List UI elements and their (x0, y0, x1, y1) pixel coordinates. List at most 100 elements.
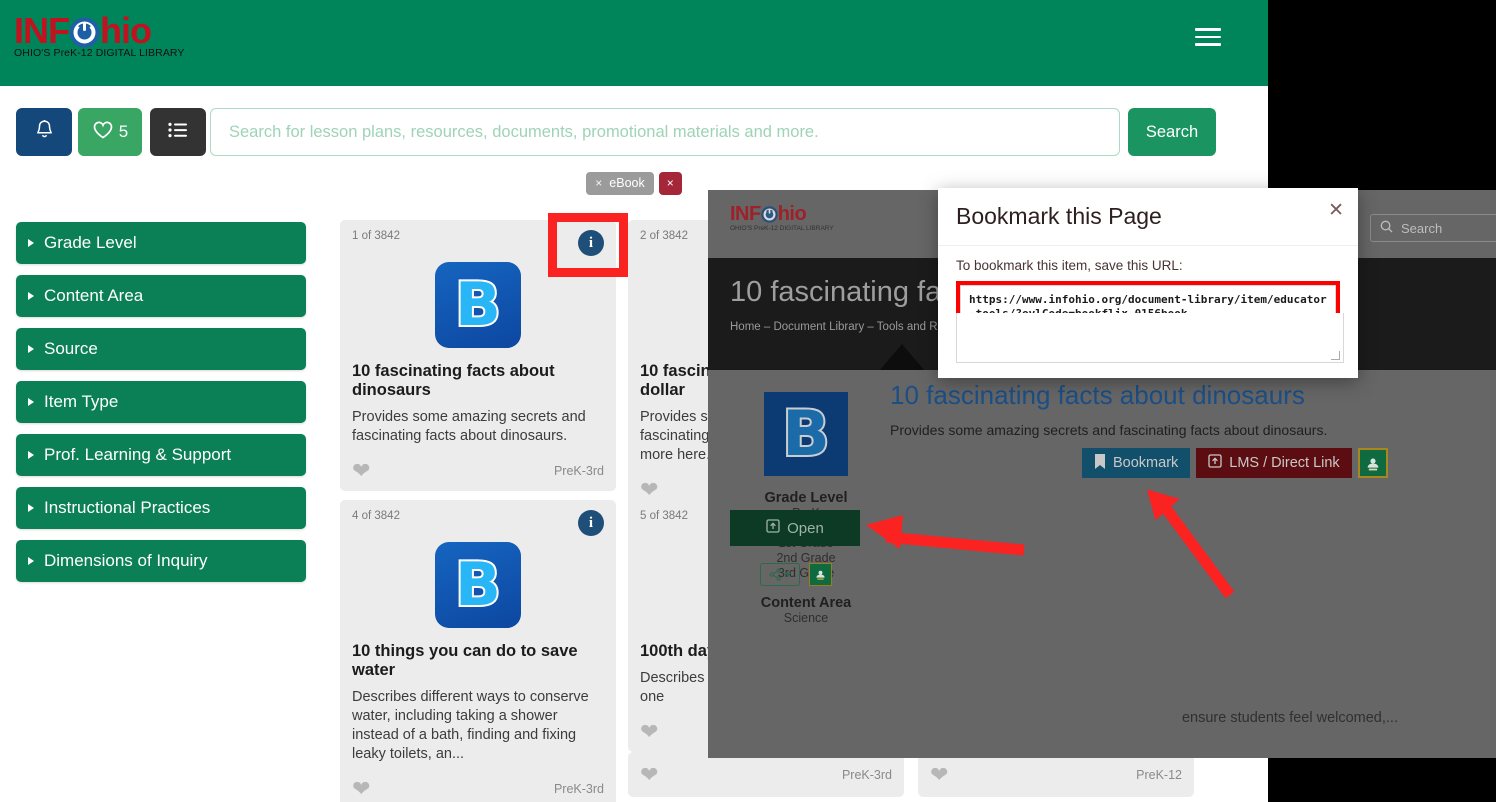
facet-content-area[interactable]: Content Area (16, 275, 306, 317)
modal-title: Bookmark this Page (956, 203, 1162, 229)
card-grade-tag: PreK-3rd (553, 782, 604, 796)
meta-value: Science (783, 611, 829, 625)
chevron-right-icon (28, 557, 34, 565)
screenshot-root: INF hio OHIO'S PreK-12 DIGITAL LIBRARY 5… (0, 0, 1496, 802)
search-icon (1380, 220, 1393, 236)
bookflix-b-glyph: B (453, 269, 503, 341)
search-input[interactable] (229, 122, 1101, 142)
bookmark-button[interactable]: Bookmark (1082, 448, 1191, 478)
detail-description: Provides some amazing secrets and fascin… (890, 422, 1328, 438)
card-description: Provides some amazing secrets and fascin… (352, 409, 586, 444)
chevron-down-icon: ▾ (785, 569, 791, 581)
favorites-button[interactable]: 5 (78, 108, 142, 156)
chevron-right-icon (28, 239, 34, 247)
bookmark-url-textarea-extension[interactable] (956, 313, 1344, 363)
facet-item-type[interactable]: Item Type (16, 381, 306, 423)
filter-chip-ebook[interactable]: × eBook (586, 171, 654, 195)
modal-header: Bookmark this Page ✕ (938, 188, 1358, 246)
card-description: Describes different ways to conserve wat… (352, 689, 589, 762)
external-link-icon (1208, 454, 1222, 472)
logo-wordmark: INF hio (14, 12, 185, 50)
info-icon[interactable]: i (578, 510, 604, 536)
card-grade-tag: PreK-3rd (553, 464, 604, 478)
hamburger-bar (1195, 35, 1221, 39)
power-icon (760, 206, 778, 223)
notifications-button[interactable] (16, 108, 72, 156)
detail-logo-tagline: OHIO'S PreK-12 DIGITAL LIBRARY (730, 225, 834, 232)
open-label: Open (787, 519, 824, 537)
favorite-heart-icon[interactable]: ❤ (930, 763, 948, 786)
search-button[interactable]: Search (1128, 108, 1216, 156)
meta-heading-grade-level: Grade Level (764, 490, 848, 506)
clear-all-filters-button[interactable]: × (658, 171, 682, 195)
result-card-partial[interactable]: ❤ PreK-3rd (628, 752, 904, 797)
favorite-heart-icon[interactable]: ❤ (640, 763, 658, 786)
result-card[interactable]: 4 of 3842 i B 10 things you can do to sa… (340, 500, 616, 802)
google-classroom-icon[interactable] (1357, 448, 1388, 478)
facet-label: Dimensions of Inquiry (44, 551, 208, 570)
bell-icon (35, 119, 54, 145)
facet-instructional-practices[interactable]: Instructional Practices (16, 487, 306, 529)
list-icon (168, 122, 188, 143)
card-title: 10 fascinating facts about dinosaurs (352, 362, 555, 399)
meta-heading-content-area: Content Area (760, 595, 852, 611)
chevron-right-icon (28, 398, 34, 406)
card-thumbnail: B (435, 262, 521, 348)
google-classroom-icon[interactable] (809, 563, 832, 586)
chevron-right-icon (28, 345, 34, 353)
chevron-right-icon (28, 292, 34, 300)
external-link-icon (766, 519, 780, 537)
facet-label: Item Type (44, 392, 119, 411)
resize-handle-icon[interactable] (1331, 351, 1340, 360)
result-card-partial[interactable]: ❤ PreK-12 (918, 752, 1194, 797)
logo-tagline: OHIO'S PreK-12 DIGITAL LIBRARY (14, 47, 185, 59)
power-icon (69, 17, 100, 48)
favorite-heart-icon[interactable]: ❤ (640, 721, 658, 743)
result-card[interactable]: 1 of 3842 i B 10 fascinating facts about… (340, 220, 616, 491)
card-index: 1 of 3842 (352, 230, 400, 242)
detail-share-row: ▾ (760, 563, 832, 586)
hamburger-bar (1195, 28, 1221, 31)
facet-label: Source (44, 339, 98, 358)
lms-direct-link-button[interactable]: LMS / Direct Link (1196, 448, 1352, 478)
chevron-right-icon (28, 451, 34, 459)
hamburger-menu-icon[interactable] (1195, 28, 1221, 46)
card-thumbnail: B (435, 542, 521, 628)
bookflix-b-glyph: B (780, 397, 831, 471)
background-card-description-tail: ensure students feel welcomed,... (1181, 710, 1398, 726)
site-logo[interactable]: INF hio OHIO'S PreK-12 DIGITAL LIBRARY (14, 12, 185, 60)
card-index: 4 of 3842 (352, 510, 400, 522)
facet-prof-learning-support[interactable]: Prof. Learning & Support (16, 434, 306, 476)
detail-title: 10 fascinating facts about dinosaurs (890, 380, 1305, 410)
detail-hero-title: 10 fascinating fact (730, 276, 964, 308)
facet-label: Content Area (44, 286, 144, 305)
facet-source[interactable]: Source (16, 328, 306, 370)
card-title: 10 things you can do to save water (352, 642, 578, 679)
heart-icon (92, 120, 114, 145)
list-view-button[interactable] (150, 108, 206, 156)
info-icon[interactable]: i (578, 230, 604, 256)
facet-grade-level[interactable]: Grade Level (16, 222, 306, 264)
facet-dimensions-of-inquiry[interactable]: Dimensions of Inquiry (16, 540, 306, 582)
facet-label: Prof. Learning & Support (44, 445, 232, 464)
chevron-right-icon (28, 504, 34, 512)
favorite-heart-icon[interactable]: ❤ (352, 778, 370, 800)
search-input-wrapper[interactable] (210, 108, 1120, 156)
favorite-heart-icon[interactable]: ❤ (640, 479, 658, 501)
detail-body: B Open ▾ Grade Level 2nd Grade 3rd Grade… (708, 370, 1496, 758)
chip-remove-icon[interactable]: × (595, 176, 602, 190)
detail-logo-hio: hio (777, 203, 807, 225)
favorite-heart-icon[interactable]: ❤ (352, 460, 370, 482)
hamburger-bar (1195, 43, 1221, 46)
card-index: 5 of 3842 (640, 510, 688, 522)
card-index: 2 of 3842 (640, 230, 688, 242)
close-icon[interactable]: ✕ (1328, 201, 1344, 220)
detail-search-placeholder: Search (1401, 220, 1443, 236)
detail-search-input[interactable]: Search (1370, 214, 1496, 242)
open-button[interactable]: Open (730, 510, 860, 546)
share-icon[interactable]: ▾ (760, 563, 800, 586)
detail-thumbnail: B (764, 392, 848, 476)
facet-label: Instructional Practices (44, 498, 211, 517)
bookmark-icon (1094, 453, 1106, 473)
detail-logo[interactable]: INF hio OHIO'S PreK-12 DIGITAL LIBRARY (730, 203, 834, 233)
